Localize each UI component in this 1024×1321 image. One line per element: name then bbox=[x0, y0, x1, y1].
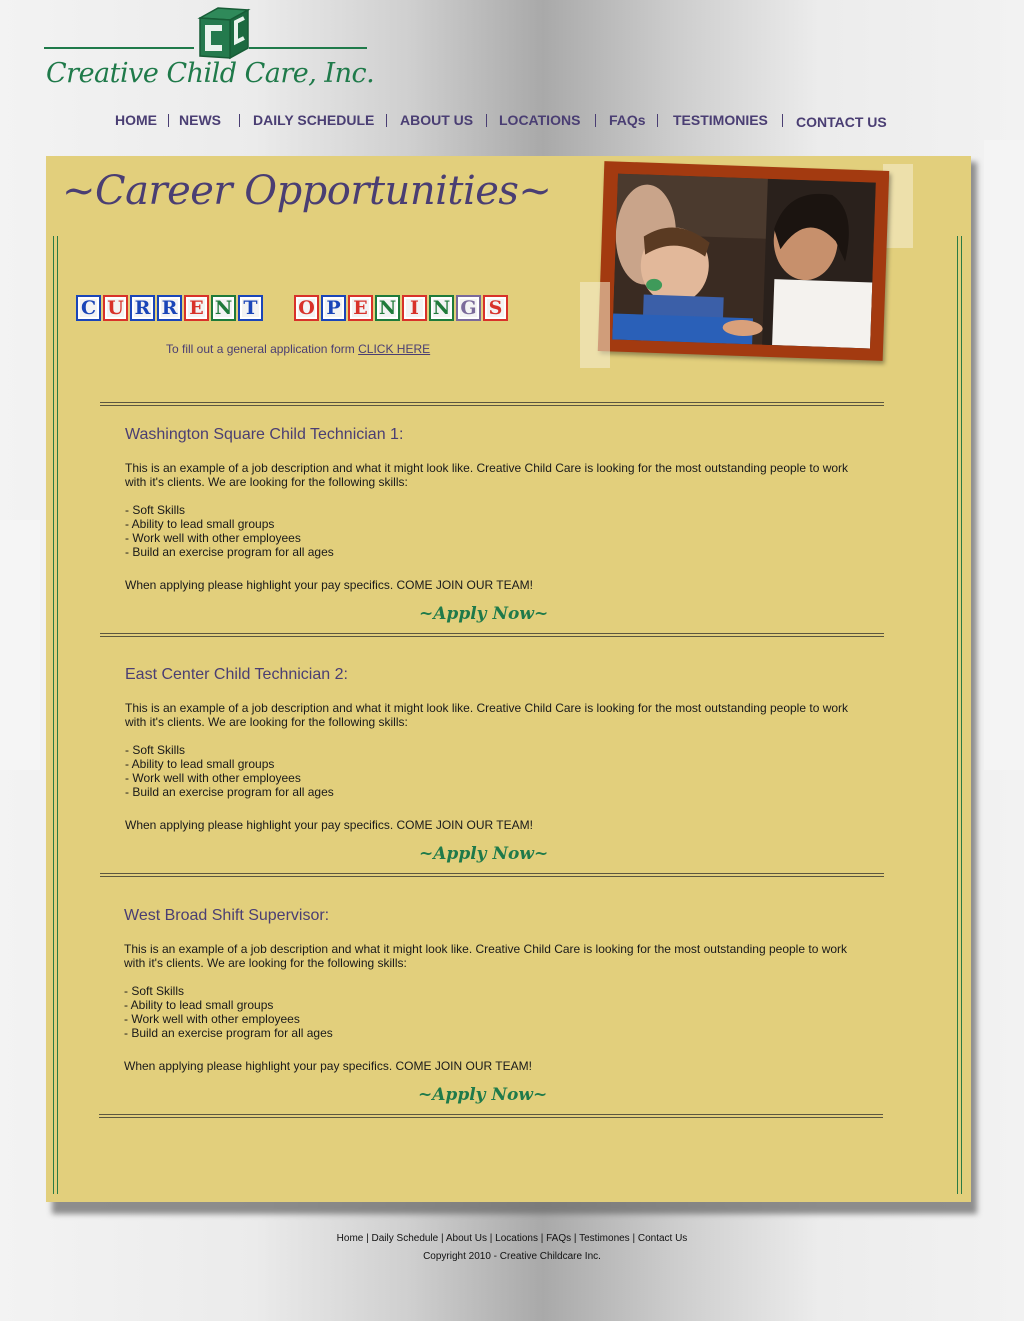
cube-logo-icon bbox=[197, 7, 251, 60]
nav-home[interactable]: HOME bbox=[115, 112, 157, 128]
letter-block: R bbox=[130, 295, 155, 321]
list-item: - Work well with other employees bbox=[124, 1012, 300, 1026]
list-item: - Work well with other employees bbox=[125, 531, 301, 545]
nav-separator bbox=[657, 114, 658, 127]
footer-link-daily-schedule[interactable]: Daily Schedule bbox=[372, 1233, 439, 1244]
list-item: - Soft Skills bbox=[125, 503, 186, 517]
letter-block: G bbox=[456, 295, 481, 321]
footer-link-contact-us[interactable]: Contact Us bbox=[638, 1233, 687, 1244]
skills-list: - Soft Skills - Ability to lead small gr… bbox=[125, 743, 334, 799]
apply-now-button[interactable]: ~Apply Now~ bbox=[418, 1085, 547, 1105]
letter-block: T bbox=[238, 295, 263, 321]
main-nav: HOME NEWS DAILY SCHEDULE ABOUT US LOCATI… bbox=[0, 112, 1024, 132]
job-title: Washington Square Child Technician 1: bbox=[125, 426, 404, 443]
letter-block: O bbox=[294, 295, 319, 321]
application-line: To fill out a general application form C… bbox=[166, 342, 430, 356]
list-item: - Build an exercise program for all ages bbox=[124, 1026, 333, 1040]
footer-separator: | bbox=[537, 1233, 547, 1244]
job-title: East Center Child Technician 2: bbox=[125, 666, 348, 683]
logo-rule bbox=[44, 47, 194, 49]
footer-link-faqs[interactable]: FAQs bbox=[546, 1233, 571, 1244]
list-item: - Build an exercise program for all ages bbox=[125, 545, 334, 559]
job-divider bbox=[99, 1114, 883, 1118]
apply-now-button[interactable]: ~Apply Now~ bbox=[419, 604, 548, 624]
footer-link-locations[interactable]: Locations bbox=[495, 1233, 538, 1244]
footer-separator: | bbox=[363, 1233, 372, 1244]
letter-block: I bbox=[402, 295, 427, 321]
letter-block: N bbox=[211, 295, 236, 321]
page-title: ~Career Opportunities~ bbox=[62, 168, 552, 214]
nav-news[interactable]: NEWS bbox=[179, 112, 221, 128]
list-item: - Build an exercise program for all ages bbox=[125, 785, 334, 799]
footer-separator: | bbox=[571, 1233, 580, 1244]
letter-block: U bbox=[103, 295, 128, 321]
current-blocks: C U R R E N T bbox=[76, 295, 263, 327]
openings-blocks: O P E N I N G S bbox=[294, 295, 508, 327]
skills-list: - Soft Skills - Ability to lead small gr… bbox=[125, 503, 334, 559]
letter-block: P bbox=[321, 295, 346, 321]
nav-faqs[interactable]: FAQs bbox=[609, 112, 646, 128]
background-glow bbox=[984, 140, 1024, 770]
nav-locations[interactable]: LOCATIONS bbox=[499, 112, 580, 128]
site-logo[interactable]: Creative Child Care, Inc. bbox=[44, 2, 375, 94]
list-item: - Soft Skills bbox=[124, 984, 185, 998]
letter-block: N bbox=[375, 295, 400, 321]
background-glow bbox=[0, 520, 40, 770]
footer-separator: | bbox=[438, 1233, 446, 1244]
job-description: This is an example of a job description … bbox=[125, 461, 849, 489]
nav-separator bbox=[782, 114, 783, 127]
footer-nav: Home | Daily Schedule | About Us | Locat… bbox=[0, 1233, 1024, 1244]
click-here-link[interactable]: CLICK HERE bbox=[358, 342, 430, 356]
job-description: This is an example of a job description … bbox=[125, 701, 849, 729]
photo-illustration bbox=[612, 173, 876, 349]
list-item: - Ability to lead small groups bbox=[125, 757, 275, 771]
nav-separator bbox=[239, 114, 240, 127]
nav-contact-us[interactable]: CONTACT US bbox=[796, 114, 887, 130]
photo-frame bbox=[580, 160, 920, 370]
job-divider bbox=[100, 873, 884, 877]
job-title: West Broad Shift Supervisor: bbox=[124, 907, 330, 924]
letter-block: S bbox=[483, 295, 508, 321]
job-divider bbox=[100, 402, 884, 406]
nav-separator bbox=[486, 114, 487, 127]
logo-rule bbox=[249, 47, 367, 49]
panel-border-right bbox=[957, 236, 962, 1194]
photo-tape bbox=[580, 282, 610, 368]
nav-separator bbox=[168, 114, 169, 127]
footer-separator: | bbox=[629, 1233, 638, 1244]
job-divider bbox=[100, 633, 884, 637]
teacher-child-photo bbox=[597, 161, 890, 361]
nav-about-us[interactable]: ABOUT US bbox=[400, 112, 473, 128]
nav-separator bbox=[386, 114, 387, 127]
nav-separator bbox=[595, 114, 596, 127]
letter-block: E bbox=[348, 295, 373, 321]
footer-link-home[interactable]: Home bbox=[337, 1233, 364, 1244]
application-text: To fill out a general application form bbox=[166, 342, 355, 356]
list-item: - Ability to lead small groups bbox=[125, 517, 275, 531]
list-item: - Soft Skills bbox=[125, 743, 186, 757]
skills-list: - Soft Skills - Ability to lead small gr… bbox=[124, 984, 333, 1040]
letter-block: N bbox=[429, 295, 454, 321]
nav-testimonies[interactable]: TESTIMONIES bbox=[673, 112, 768, 128]
list-item: - Work well with other employees bbox=[125, 771, 301, 785]
letter-block: R bbox=[157, 295, 182, 321]
panel-border-left bbox=[53, 236, 58, 1194]
job-description: This is an example of a job description … bbox=[124, 942, 848, 970]
copyright: Copyright 2010 - Creative Childcare Inc. bbox=[423, 1251, 601, 1262]
letter-block: C bbox=[76, 295, 101, 321]
list-item: - Ability to lead small groups bbox=[124, 998, 274, 1012]
company-name: Creative Child Care, Inc. bbox=[46, 58, 375, 89]
job-note: When applying please highlight your pay … bbox=[125, 818, 533, 832]
job-note: When applying please highlight your pay … bbox=[124, 1059, 532, 1073]
job-note: When applying please highlight your pay … bbox=[125, 578, 533, 592]
footer-separator: | bbox=[486, 1233, 496, 1244]
apply-now-button[interactable]: ~Apply Now~ bbox=[419, 844, 548, 864]
nav-daily-schedule[interactable]: DAILY SCHEDULE bbox=[253, 112, 374, 128]
footer-link-about-us[interactable]: About Us bbox=[446, 1233, 487, 1244]
footer-link-testimones[interactable]: Testimones bbox=[579, 1233, 630, 1244]
letter-block: E bbox=[184, 295, 209, 321]
